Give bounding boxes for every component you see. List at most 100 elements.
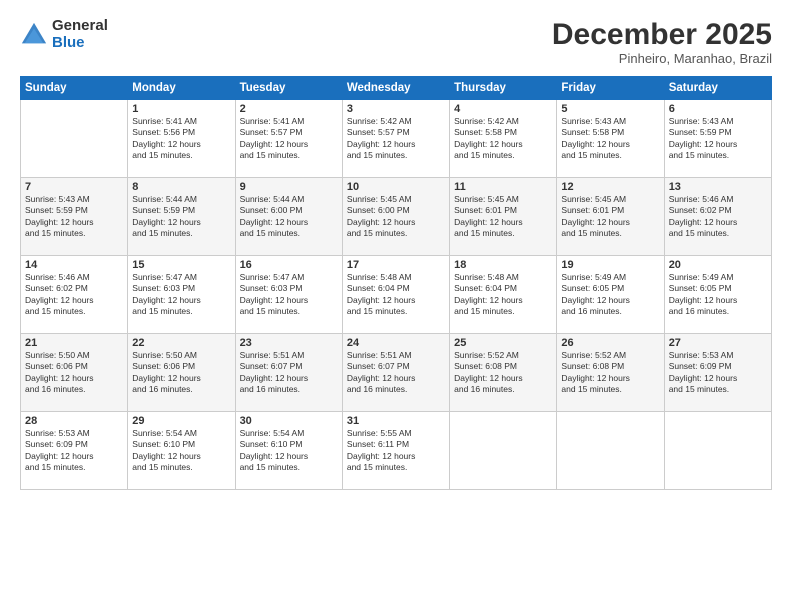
day-number: 20 <box>669 259 767 271</box>
header-friday: Friday <box>557 77 664 100</box>
day-cell: 11Sunrise: 5:45 AM Sunset: 6:01 PM Dayli… <box>450 178 557 256</box>
day-number: 15 <box>132 259 230 271</box>
day-info: Sunrise: 5:41 AM Sunset: 5:57 PM Dayligh… <box>240 116 338 162</box>
day-cell: 13Sunrise: 5:46 AM Sunset: 6:02 PM Dayli… <box>664 178 771 256</box>
day-info: Sunrise: 5:55 AM Sunset: 6:11 PM Dayligh… <box>347 428 445 474</box>
day-info: Sunrise: 5:50 AM Sunset: 6:06 PM Dayligh… <box>25 350 123 396</box>
day-cell: 22Sunrise: 5:50 AM Sunset: 6:06 PM Dayli… <box>128 334 235 412</box>
day-number: 25 <box>454 337 552 349</box>
month-title: December 2025 <box>552 18 772 51</box>
day-cell: 27Sunrise: 5:53 AM Sunset: 6:09 PM Dayli… <box>664 334 771 412</box>
day-cell: 20Sunrise: 5:49 AM Sunset: 6:05 PM Dayli… <box>664 256 771 334</box>
day-cell: 7Sunrise: 5:43 AM Sunset: 5:59 PM Daylig… <box>21 178 128 256</box>
day-cell: 19Sunrise: 5:49 AM Sunset: 6:05 PM Dayli… <box>557 256 664 334</box>
day-cell: 4Sunrise: 5:42 AM Sunset: 5:58 PM Daylig… <box>450 100 557 178</box>
page: General Blue December 2025 Pinheiro, Mar… <box>0 0 792 612</box>
day-number: 9 <box>240 181 338 193</box>
day-number: 17 <box>347 259 445 271</box>
day-info: Sunrise: 5:50 AM Sunset: 6:06 PM Dayligh… <box>132 350 230 396</box>
day-cell: 15Sunrise: 5:47 AM Sunset: 6:03 PM Dayli… <box>128 256 235 334</box>
day-cell: 5Sunrise: 5:43 AM Sunset: 5:58 PM Daylig… <box>557 100 664 178</box>
day-cell: 26Sunrise: 5:52 AM Sunset: 6:08 PM Dayli… <box>557 334 664 412</box>
day-number: 3 <box>347 103 445 115</box>
week-row-2: 14Sunrise: 5:46 AM Sunset: 6:02 PM Dayli… <box>21 256 772 334</box>
header-sunday: Sunday <box>21 77 128 100</box>
day-cell: 23Sunrise: 5:51 AM Sunset: 6:07 PM Dayli… <box>235 334 342 412</box>
week-row-4: 28Sunrise: 5:53 AM Sunset: 6:09 PM Dayli… <box>21 412 772 490</box>
day-cell: 9Sunrise: 5:44 AM Sunset: 6:00 PM Daylig… <box>235 178 342 256</box>
title-block: December 2025 Pinheiro, Maranhao, Brazil <box>552 18 772 66</box>
day-number: 29 <box>132 415 230 427</box>
day-number: 22 <box>132 337 230 349</box>
day-number: 8 <box>132 181 230 193</box>
day-info: Sunrise: 5:45 AM Sunset: 6:01 PM Dayligh… <box>454 194 552 240</box>
day-cell: 12Sunrise: 5:45 AM Sunset: 6:01 PM Dayli… <box>557 178 664 256</box>
day-info: Sunrise: 5:46 AM Sunset: 6:02 PM Dayligh… <box>669 194 767 240</box>
day-cell: 25Sunrise: 5:52 AM Sunset: 6:08 PM Dayli… <box>450 334 557 412</box>
day-number: 23 <box>240 337 338 349</box>
day-info: Sunrise: 5:48 AM Sunset: 6:04 PM Dayligh… <box>347 272 445 318</box>
day-number: 27 <box>669 337 767 349</box>
header-thursday: Thursday <box>450 77 557 100</box>
day-cell: 2Sunrise: 5:41 AM Sunset: 5:57 PM Daylig… <box>235 100 342 178</box>
day-info: Sunrise: 5:54 AM Sunset: 6:10 PM Dayligh… <box>132 428 230 474</box>
header-row: Sunday Monday Tuesday Wednesday Thursday… <box>21 77 772 100</box>
day-info: Sunrise: 5:45 AM Sunset: 6:00 PM Dayligh… <box>347 194 445 240</box>
day-cell: 28Sunrise: 5:53 AM Sunset: 6:09 PM Dayli… <box>21 412 128 490</box>
day-number: 13 <box>669 181 767 193</box>
day-number: 7 <box>25 181 123 193</box>
week-row-3: 21Sunrise: 5:50 AM Sunset: 6:06 PM Dayli… <box>21 334 772 412</box>
day-info: Sunrise: 5:54 AM Sunset: 6:10 PM Dayligh… <box>240 428 338 474</box>
day-number: 5 <box>561 103 659 115</box>
day-number: 18 <box>454 259 552 271</box>
day-cell: 14Sunrise: 5:46 AM Sunset: 6:02 PM Dayli… <box>21 256 128 334</box>
week-row-1: 7Sunrise: 5:43 AM Sunset: 5:59 PM Daylig… <box>21 178 772 256</box>
week-row-0: 1Sunrise: 5:41 AM Sunset: 5:56 PM Daylig… <box>21 100 772 178</box>
day-cell: 3Sunrise: 5:42 AM Sunset: 5:57 PM Daylig… <box>342 100 449 178</box>
day-cell: 6Sunrise: 5:43 AM Sunset: 5:59 PM Daylig… <box>664 100 771 178</box>
day-number: 31 <box>347 415 445 427</box>
day-cell: 16Sunrise: 5:47 AM Sunset: 6:03 PM Dayli… <box>235 256 342 334</box>
day-number: 11 <box>454 181 552 193</box>
calendar-table: Sunday Monday Tuesday Wednesday Thursday… <box>20 76 772 490</box>
day-info: Sunrise: 5:44 AM Sunset: 5:59 PM Dayligh… <box>132 194 230 240</box>
day-number: 1 <box>132 103 230 115</box>
logo-icon <box>20 21 48 49</box>
day-info: Sunrise: 5:53 AM Sunset: 6:09 PM Dayligh… <box>669 350 767 396</box>
day-cell <box>21 100 128 178</box>
logo-general: General <box>52 18 108 35</box>
day-number: 4 <box>454 103 552 115</box>
day-info: Sunrise: 5:46 AM Sunset: 6:02 PM Dayligh… <box>25 272 123 318</box>
day-info: Sunrise: 5:43 AM Sunset: 5:59 PM Dayligh… <box>669 116 767 162</box>
day-info: Sunrise: 5:52 AM Sunset: 6:08 PM Dayligh… <box>561 350 659 396</box>
day-cell: 29Sunrise: 5:54 AM Sunset: 6:10 PM Dayli… <box>128 412 235 490</box>
day-cell: 21Sunrise: 5:50 AM Sunset: 6:06 PM Dayli… <box>21 334 128 412</box>
day-cell: 31Sunrise: 5:55 AM Sunset: 6:11 PM Dayli… <box>342 412 449 490</box>
day-cell: 1Sunrise: 5:41 AM Sunset: 5:56 PM Daylig… <box>128 100 235 178</box>
day-cell: 24Sunrise: 5:51 AM Sunset: 6:07 PM Dayli… <box>342 334 449 412</box>
day-info: Sunrise: 5:43 AM Sunset: 5:59 PM Dayligh… <box>25 194 123 240</box>
day-cell: 30Sunrise: 5:54 AM Sunset: 6:10 PM Dayli… <box>235 412 342 490</box>
day-info: Sunrise: 5:49 AM Sunset: 6:05 PM Dayligh… <box>669 272 767 318</box>
day-number: 2 <box>240 103 338 115</box>
day-info: Sunrise: 5:47 AM Sunset: 6:03 PM Dayligh… <box>240 272 338 318</box>
header-monday: Monday <box>128 77 235 100</box>
subtitle: Pinheiro, Maranhao, Brazil <box>552 51 772 66</box>
day-cell: 17Sunrise: 5:48 AM Sunset: 6:04 PM Dayli… <box>342 256 449 334</box>
day-number: 10 <box>347 181 445 193</box>
day-info: Sunrise: 5:51 AM Sunset: 6:07 PM Dayligh… <box>347 350 445 396</box>
day-cell <box>664 412 771 490</box>
header: General Blue December 2025 Pinheiro, Mar… <box>20 18 772 66</box>
day-number: 30 <box>240 415 338 427</box>
day-info: Sunrise: 5:43 AM Sunset: 5:58 PM Dayligh… <box>561 116 659 162</box>
day-cell: 8Sunrise: 5:44 AM Sunset: 5:59 PM Daylig… <box>128 178 235 256</box>
day-info: Sunrise: 5:53 AM Sunset: 6:09 PM Dayligh… <box>25 428 123 474</box>
day-number: 19 <box>561 259 659 271</box>
day-info: Sunrise: 5:47 AM Sunset: 6:03 PM Dayligh… <box>132 272 230 318</box>
header-tuesday: Tuesday <box>235 77 342 100</box>
logo: General Blue <box>20 18 108 51</box>
day-info: Sunrise: 5:44 AM Sunset: 6:00 PM Dayligh… <box>240 194 338 240</box>
logo-text: General Blue <box>52 18 108 51</box>
logo-blue: Blue <box>52 35 108 52</box>
day-number: 16 <box>240 259 338 271</box>
